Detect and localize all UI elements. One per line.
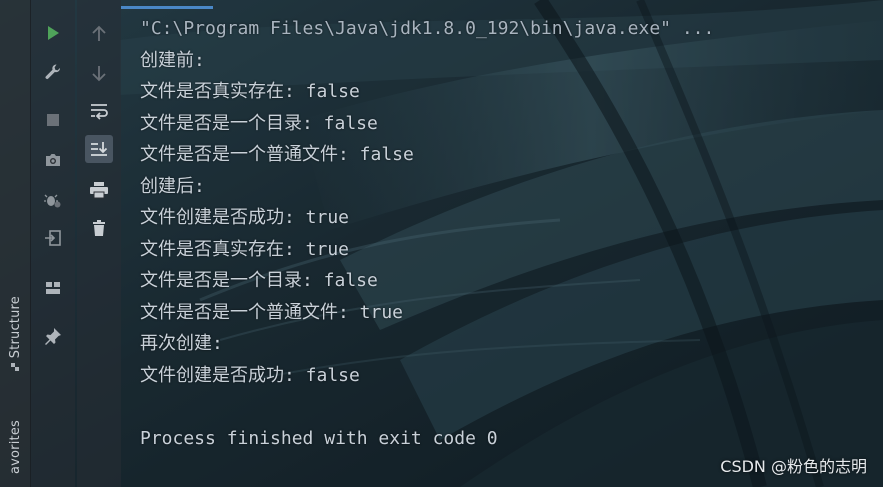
run-toolbar-primary bbox=[31, 0, 75, 487]
scroll-to-end-icon bbox=[91, 142, 108, 156]
console-line: 再次创建: bbox=[140, 333, 223, 354]
console-command-line: "C:\Program Files\Java\jdk1.8.0_192\bin\… bbox=[140, 18, 715, 39]
console-line: 文件是否是一个目录: false bbox=[140, 112, 378, 134]
console-line: 创建前: bbox=[140, 49, 205, 71]
console-line: 文件是否真实存在: true bbox=[140, 238, 350, 260]
down-stack-trace-button[interactable] bbox=[85, 59, 113, 87]
console-line: 文件是否是一个目录: false bbox=[140, 270, 378, 291]
structure-tab[interactable]: Structure bbox=[4, 296, 26, 372]
console-line: 文件是否真实存在: false bbox=[140, 81, 360, 102]
rerun-button[interactable] bbox=[39, 19, 67, 47]
active-tab-indicator bbox=[121, 6, 213, 9]
wrench-icon bbox=[45, 64, 61, 79]
run-toolbar-secondary bbox=[77, 0, 121, 487]
structure-tab-label: Structure bbox=[7, 296, 23, 359]
soft-wrap-button[interactable] bbox=[85, 97, 113, 125]
run-icon bbox=[48, 26, 59, 40]
structure-icon bbox=[11, 363, 19, 372]
tool-window-strip: Structure avorites bbox=[0, 0, 31, 487]
trash-icon bbox=[93, 220, 105, 236]
console-exit-line: Process finished with exit code 0 bbox=[140, 427, 498, 449]
pin-tab-button[interactable] bbox=[39, 322, 67, 350]
console-line: 创建后: bbox=[140, 175, 205, 197]
arrow-down-icon bbox=[92, 66, 106, 82]
soft-wrap-icon bbox=[91, 104, 108, 120]
console-output[interactable]: "C:\Program Files\Java\jdk1.8.0_192\bin\… bbox=[140, 13, 883, 454]
camera-icon bbox=[46, 154, 60, 166]
edit-configuration-button[interactable] bbox=[39, 58, 67, 86]
favorites-tab-label: avorites bbox=[7, 420, 23, 475]
console-line: 文件创建是否成功: false bbox=[140, 364, 360, 386]
console-line: 文件是否是一个普通文件: true bbox=[140, 301, 404, 323]
bug-settings-icon bbox=[44, 194, 61, 208]
console-line: 文件创建是否成功: true bbox=[140, 207, 350, 228]
dump-threads-button[interactable] bbox=[39, 146, 67, 174]
arrow-up-icon bbox=[92, 25, 106, 41]
favorites-tab[interactable]: avorites bbox=[4, 420, 26, 474]
print-icon bbox=[90, 182, 108, 199]
scroll-to-end-button[interactable] bbox=[85, 135, 113, 163]
print-button[interactable] bbox=[85, 176, 113, 204]
console-line: 文件是否是一个普通文件: false bbox=[140, 144, 414, 165]
clear-all-button[interactable] bbox=[85, 214, 113, 242]
stop-icon bbox=[47, 114, 59, 126]
pin-icon bbox=[45, 328, 61, 345]
layout-icon bbox=[46, 282, 60, 294]
up-stack-trace-button[interactable] bbox=[85, 20, 113, 48]
ide-run-window: Structure avorites "C:\Program Files\Jav… bbox=[0, 0, 883, 487]
stop-button[interactable] bbox=[39, 106, 67, 134]
restore-layout-button[interactable] bbox=[39, 274, 67, 302]
debug-settings-button[interactable] bbox=[39, 186, 67, 214]
exit-button[interactable] bbox=[39, 224, 67, 252]
watermark: CSDN @粉色的志明 bbox=[720, 457, 867, 476]
exit-icon bbox=[45, 230, 61, 246]
